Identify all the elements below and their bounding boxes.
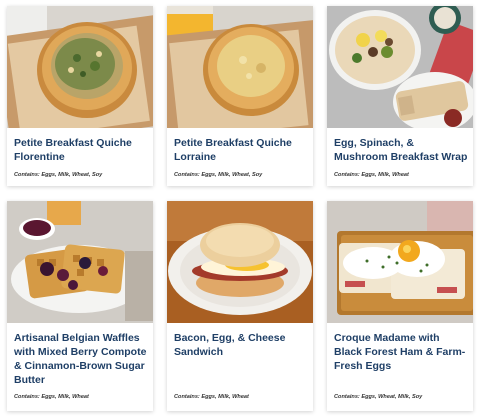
menu-card-belgian-waffles[interactable]: Artisanal Belgian Waffles with Mixed Ber… [7, 201, 153, 411]
allergen-info: Contains: Eggs, Milk, Wheat, Soy [14, 172, 103, 178]
card-title[interactable]: Artisanal Belgian Waffles with Mixed Ber… [14, 331, 148, 387]
menu-card-breakfast-sandwich[interactable]: Bacon, Egg, & Cheese Sandwich Contains: … [167, 201, 313, 411]
menu-card-croque-madame[interactable]: Croque Madame with Black Forest Ham & Fa… [327, 201, 473, 411]
allergen-info: Contains: Eggs, Milk, Wheat [334, 172, 409, 178]
menu-card-quiche-lorraine[interactable]: Petite Breakfast Quiche Lorraine Contain… [167, 6, 313, 186]
allergen-info: Contains: Eggs, Milk, Wheat, Soy [174, 172, 263, 178]
allergen-info: Contains: Eggs, Milk, Wheat [14, 394, 89, 400]
belgian-waffles-photo[interactable] [7, 201, 153, 323]
croque-madame-photo[interactable] [327, 201, 473, 323]
allergen-info: Contains: Eggs, Wheat, Milk, Soy [334, 394, 423, 400]
quiche-florentine-photo[interactable] [7, 6, 153, 128]
card-title[interactable]: Croque Madame with Black Forest Ham & Fa… [334, 331, 468, 373]
card-title[interactable]: Petite Breakfast Quiche Florentine [14, 136, 148, 164]
breakfast-wrap-photo[interactable] [327, 6, 473, 128]
allergen-info: Contains: Eggs, Milk, Wheat [174, 394, 249, 400]
card-title[interactable]: Petite Breakfast Quiche Lorraine [174, 136, 308, 164]
menu-card-breakfast-wrap[interactable]: Egg, Spinach, & Mushroom Breakfast Wrap … [327, 6, 473, 186]
quiche-lorraine-photo[interactable] [167, 6, 313, 128]
menu-card-quiche-florentine[interactable]: Petite Breakfast Quiche Florentine Conta… [7, 6, 153, 186]
menu-grid: Petite Breakfast Quiche Florentine Conta… [0, 0, 481, 417]
card-title[interactable]: Egg, Spinach, & Mushroom Breakfast Wrap [334, 136, 468, 164]
card-title[interactable]: Bacon, Egg, & Cheese Sandwich [174, 331, 308, 359]
breakfast-sandwich-photo[interactable] [167, 201, 313, 323]
